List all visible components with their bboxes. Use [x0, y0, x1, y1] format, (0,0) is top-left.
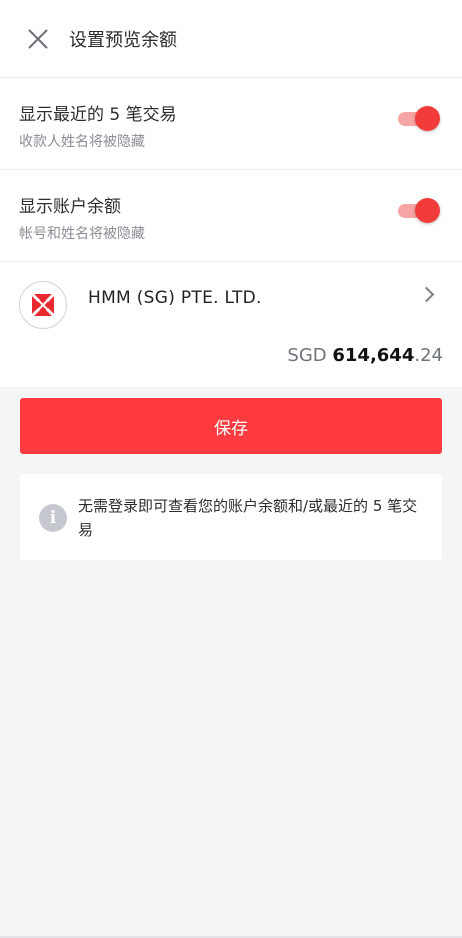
- setting-title: 显示账户余额: [19, 197, 121, 217]
- setting-show-account-balance: 显示账户余额 帐号和姓名将被隐藏: [0, 170, 462, 262]
- chevron-right-icon[interactable]: [418, 286, 435, 303]
- balance-main: 614,644: [332, 345, 415, 366]
- setting-show-recent-transactions: 显示最近的 5 笔交易 收款人姓名将被隐藏: [0, 78, 462, 170]
- info-icon: i: [39, 504, 67, 532]
- setting-subtitle: 帐号和姓名将被隐藏: [19, 226, 145, 242]
- balance-currency: SGD: [287, 345, 327, 366]
- toggle-knob: [415, 106, 440, 131]
- top-bar: 设置预览余额: [0, 0, 462, 78]
- setting-subtitle: 收款人姓名将被隐藏: [19, 134, 145, 150]
- save-button[interactable]: 保存: [20, 398, 442, 454]
- info-card: i 无需登录即可查看您的账户余额和/或最近的 5 笔交易: [20, 474, 442, 560]
- account-card[interactable]: HMM (SG) PTE. LTD. SGD 614,644.24: [0, 262, 462, 387]
- balance-decimal: .24: [414, 345, 443, 366]
- info-text: 无需登录即可查看您的账户余额和/或最近的 5 笔交易: [78, 497, 418, 539]
- account-balance-toggle[interactable]: [398, 198, 440, 223]
- account-balance: SGD 614,644.24: [287, 345, 443, 366]
- toggle-knob: [415, 198, 440, 223]
- page-title: 设置预览余额: [69, 29, 177, 51]
- account-name: HMM (SG) PTE. LTD.: [88, 288, 262, 308]
- recent-transactions-toggle[interactable]: [398, 106, 440, 131]
- setting-title: 显示最近的 5 笔交易: [19, 105, 177, 125]
- close-icon[interactable]: [25, 26, 51, 52]
- bank-logo-icon: [19, 281, 67, 329]
